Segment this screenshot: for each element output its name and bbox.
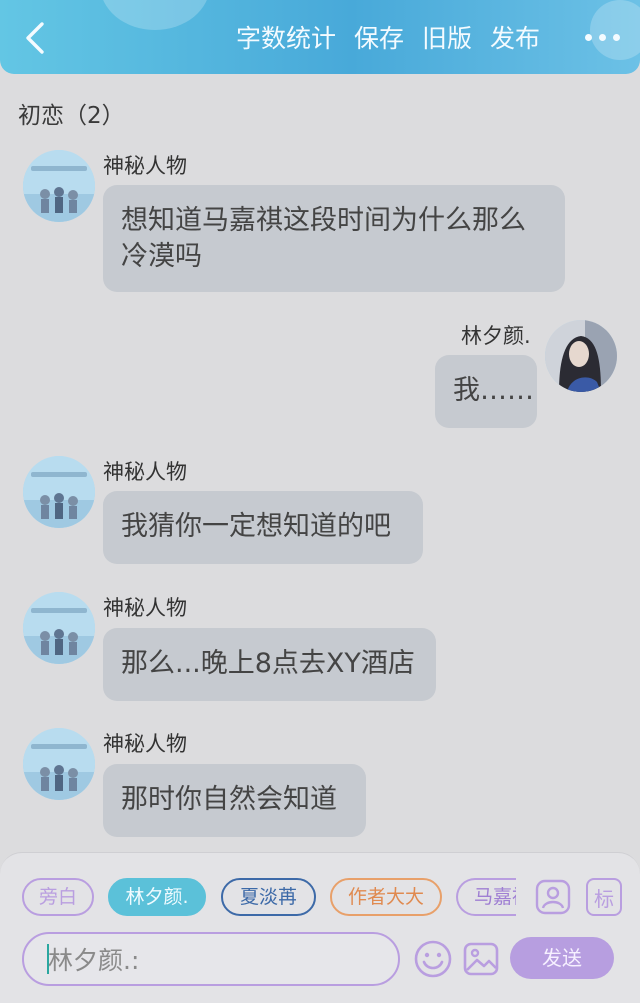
role-chip-linxiyan[interactable]: 林夕颜.: [108, 878, 206, 916]
role-settings-button[interactable]: [534, 878, 572, 916]
sender-name: 神秘人物: [103, 596, 187, 620]
header-actions: 字数统计 保存 旧版 发布: [236, 22, 540, 56]
old-version-button[interactable]: 旧版: [422, 22, 472, 56]
word-count-button[interactable]: 字数统计: [236, 22, 336, 56]
person-card-icon: [535, 879, 571, 915]
message-line: 那时你自然会知道: [121, 784, 337, 815]
group-photo-icon: [23, 592, 95, 664]
sender-name: 林夕颜.: [461, 324, 531, 348]
message-bubble[interactable]: 我猜你一定想知道的吧: [103, 491, 423, 564]
image-icon: [463, 942, 499, 976]
message-bubble[interactable]: 想知道马嘉祺这段时间为什么那么 冷漠吗: [103, 185, 565, 292]
message-line: 那么...晚上8点去XY酒店: [121, 648, 415, 679]
avatar-mystery[interactable]: [23, 456, 95, 528]
more-dots-icon: [585, 34, 592, 41]
more-options-button[interactable]: [585, 34, 620, 41]
role-chip-majiaqi[interactable]: 马嘉祺: [456, 878, 516, 916]
message-bubble[interactable]: 那时你自然会知道: [103, 764, 366, 837]
group-photo-icon: [23, 456, 95, 528]
group-photo-icon: [23, 150, 95, 222]
text-caret: [47, 944, 49, 974]
message-bubble[interactable]: 那么...晚上8点去XY酒店: [103, 628, 436, 701]
mark-button[interactable]: 标: [586, 878, 622, 916]
sender-name: 神秘人物: [103, 460, 187, 484]
message-line: 我猜你一定想知道的吧: [121, 511, 391, 542]
avatar-mystery[interactable]: [23, 592, 95, 664]
image-button[interactable]: [461, 938, 501, 980]
message-line: 冷漠吗: [121, 241, 202, 272]
save-button[interactable]: 保存: [354, 22, 404, 56]
decorative-bubble: [590, 0, 640, 60]
portrait-photo-icon: [545, 320, 617, 392]
message-line: 我……: [453, 375, 534, 406]
chevron-left-icon: [26, 22, 44, 54]
top-bar: 字数统计 保存 旧版 发布: [0, 0, 640, 74]
message-bubble[interactable]: 我……: [435, 355, 537, 428]
smiley-icon: [414, 940, 452, 978]
message-line: 想知道马嘉祺这段时间为什么那么: [121, 205, 526, 236]
role-chip-narrator[interactable]: 旁白: [22, 878, 94, 916]
group-photo-icon: [23, 728, 95, 800]
send-button[interactable]: 发送: [510, 937, 614, 979]
chat-title: 初恋（2）: [18, 103, 125, 129]
message-input[interactable]: [22, 932, 400, 986]
role-chip-author[interactable]: 作者大大: [330, 878, 442, 916]
publish-button[interactable]: 发布: [490, 22, 540, 56]
avatar-mystery[interactable]: [23, 150, 95, 222]
avatar-linxiyan[interactable]: [545, 320, 617, 392]
sender-name: 神秘人物: [103, 732, 187, 756]
decorative-bubble: [100, 0, 210, 30]
role-chip-xiadanran[interactable]: 夏淡苒: [221, 878, 316, 916]
sender-name: 神秘人物: [103, 154, 187, 178]
mark-label: 标: [594, 886, 614, 911]
emoji-button[interactable]: [412, 938, 454, 980]
back-button[interactable]: [18, 18, 52, 58]
avatar-mystery[interactable]: [23, 728, 95, 800]
